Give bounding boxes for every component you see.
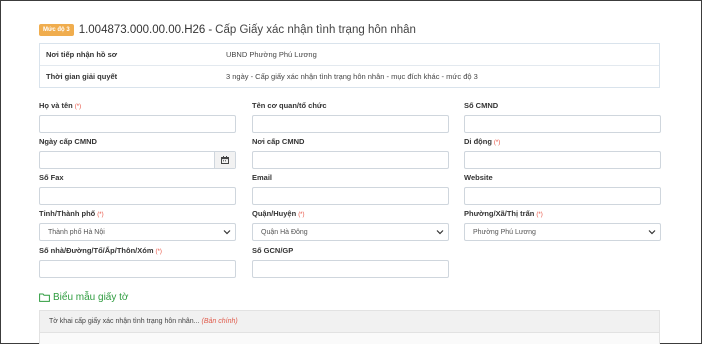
required-mark: (*) — [536, 212, 543, 218]
province-select[interactable]: Thành phố Hà Nội — [39, 223, 236, 241]
full-name-input[interactable] — [39, 115, 236, 133]
field-full-name: Họ và tên (*) — [39, 101, 236, 133]
document-type: (Bản chính) — [201, 318, 238, 325]
document-list: Tờ khai cấp giấy xác nhận tình trạng hôn… — [39, 310, 660, 344]
info-label: Thời gian giải quyết — [46, 72, 118, 81]
select-value: Quận Hà Đông — [261, 228, 308, 236]
address-input[interactable] — [39, 260, 236, 278]
field-label: Số GCN/GP — [252, 246, 294, 255]
website-input[interactable] — [464, 187, 661, 205]
field-label: Quận/Huyện (*) — [252, 209, 305, 218]
field-label: Số Fax — [39, 173, 64, 182]
calendar-icon — [221, 156, 229, 164]
chevron-down-icon — [223, 230, 231, 235]
info-row-receiving-place: Nơi tiếp nhận hồ sơ UBND Phường Phú Lươn… — [40, 44, 659, 66]
info-value: UBND Phường Phú Lương — [226, 50, 317, 59]
folder-icon — [39, 293, 50, 302]
field-email: Email — [252, 173, 449, 205]
field-label: Họ và tên (*) — [39, 101, 82, 110]
required-mark: (*) — [97, 212, 104, 218]
email-input[interactable] — [252, 187, 449, 205]
ward-select[interactable]: Phường Phú Lương — [464, 223, 661, 241]
field-label: Số nhà/Đường/Tổ/Ấp/Thôn/Xóm (*) — [39, 246, 162, 255]
procedure-info-table: Nơi tiếp nhận hồ sơ UBND Phường Phú Lươn… — [39, 43, 660, 88]
field-label: Tên cơ quan/tổ chức — [252, 101, 327, 110]
field-label: Số CMND — [464, 101, 499, 110]
field-id-issue-place: Nơi cấp CMND — [252, 137, 449, 169]
field-label: Ngày cấp CMND — [39, 137, 97, 146]
field-id-issue-date: Ngày cấp CMND — [39, 137, 236, 169]
id-issue-date-input[interactable] — [39, 151, 236, 169]
license-number-input[interactable] — [252, 260, 449, 278]
info-label: Nơi tiếp nhận hồ sơ — [46, 50, 118, 59]
procedure-header: Mức độ 3 1.004873.000.00.00.H26 - Cấp Gi… — [39, 21, 416, 39]
required-mark: (*) — [74, 104, 82, 110]
required-mark: (*) — [298, 212, 305, 218]
procedure-title: Cấp Giấy xác nhận tình trạng hôn nhân — [215, 24, 416, 36]
info-row-processing-time: Thời gian giải quyết 3 ngày - Cấp giấy x… — [40, 66, 659, 87]
info-value: 3 ngày - Cấp giấy xác nhận tình trạng hô… — [226, 72, 478, 81]
title-separator: - — [208, 24, 213, 36]
field-address: Số nhà/Đường/Tổ/Ấp/Thôn/Xóm (*) — [39, 246, 236, 278]
page-frame: Mức độ 3 1.004873.000.00.00.H26 - Cấp Gi… — [0, 0, 702, 344]
field-label: Phường/Xã/Thị trấn (*) — [464, 209, 543, 218]
required-mark: (*) — [155, 249, 162, 255]
procedure-code: 1.004873.000.00.00.H26 — [78, 24, 206, 36]
chevron-down-icon — [648, 230, 656, 235]
field-label: Email — [252, 173, 273, 182]
fax-input[interactable] — [39, 187, 236, 205]
organization-input[interactable] — [252, 115, 449, 133]
field-website: Website — [464, 173, 661, 205]
field-label: Di động (*) — [464, 137, 501, 146]
field-ward: Phường/Xã/Thị trấn (*) Phường Phú Lương — [464, 209, 661, 241]
field-province: Tỉnh/Thành phố (*) Thành phố Hà Nội — [39, 209, 236, 241]
field-organization: Tên cơ quan/tổ chức — [252, 101, 449, 133]
id-number-input[interactable] — [464, 115, 661, 133]
id-issue-place-input[interactable] — [252, 151, 449, 169]
required-mark: (*) — [493, 140, 501, 146]
field-district: Quận/Huyện (*) Quận Hà Đông — [252, 209, 449, 241]
document-row[interactable]: Tờ khai cấp giấy xác nhận tình trạng hôn… — [40, 311, 659, 333]
calendar-button[interactable] — [214, 152, 235, 168]
field-label: Website — [464, 173, 493, 182]
forms-section-title: Biểu mẫu giấy tờ — [39, 292, 128, 303]
field-fax: Số Fax — [39, 173, 236, 205]
chevron-down-icon — [436, 230, 444, 235]
field-id-number: Số CMND — [464, 101, 661, 133]
field-mobile: Di động (*) — [464, 137, 661, 169]
district-select[interactable]: Quận Hà Đông — [252, 223, 449, 241]
field-license-number: Số GCN/GP — [252, 246, 449, 278]
mobile-input[interactable] — [464, 151, 661, 169]
level-badge: Mức độ 3 — [39, 24, 74, 36]
select-value: Thành phố Hà Nội — [48, 228, 105, 236]
field-label: Nơi cấp CMND — [252, 137, 305, 146]
select-value: Phường Phú Lương — [473, 228, 536, 236]
section-title-text: Biểu mẫu giấy tờ — [53, 292, 129, 303]
document-name: Tờ khai cấp giấy xác nhận tình trạng hôn… — [49, 318, 200, 325]
field-label: Tỉnh/Thành phố (*) — [39, 209, 104, 218]
